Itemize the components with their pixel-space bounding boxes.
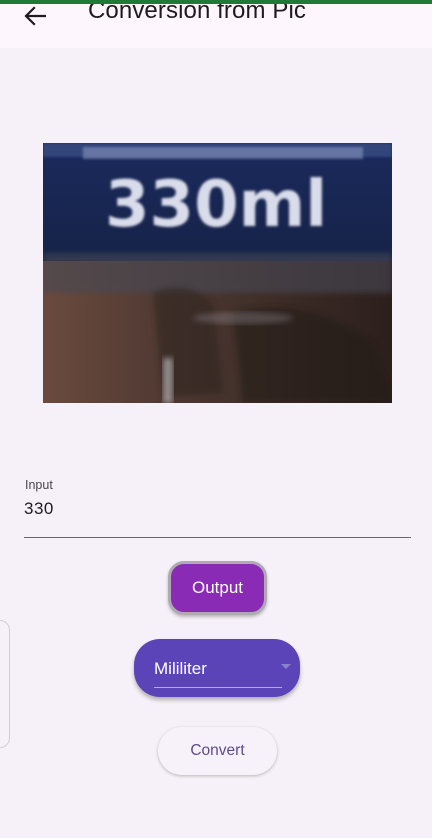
side-panel-edge [0,620,10,748]
input-field[interactable]: Input 330 [24,475,411,538]
unit-dropdown[interactable]: Mililiter [134,639,300,697]
back-button[interactable] [18,0,52,32]
dropdown-arrow-icon[interactable] [281,664,291,669]
output-button[interactable]: Output [168,561,267,615]
captured-photo: 330ml [43,143,392,403]
status-bar-strip [0,0,432,4]
arrow-left-icon [24,6,46,26]
input-value[interactable]: 330 [24,499,54,519]
unit-selected-value: Mililiter [154,659,207,678]
input-label: Input [25,478,53,492]
unit-underline [154,687,282,688]
convert-button[interactable]: Convert [158,727,277,775]
app-bar: Conversion from Pic [0,0,432,48]
conversion-screen: Conversion from Pic 330ml Input 330 Outp… [0,0,432,838]
photo-label-text: 330ml [105,168,327,242]
